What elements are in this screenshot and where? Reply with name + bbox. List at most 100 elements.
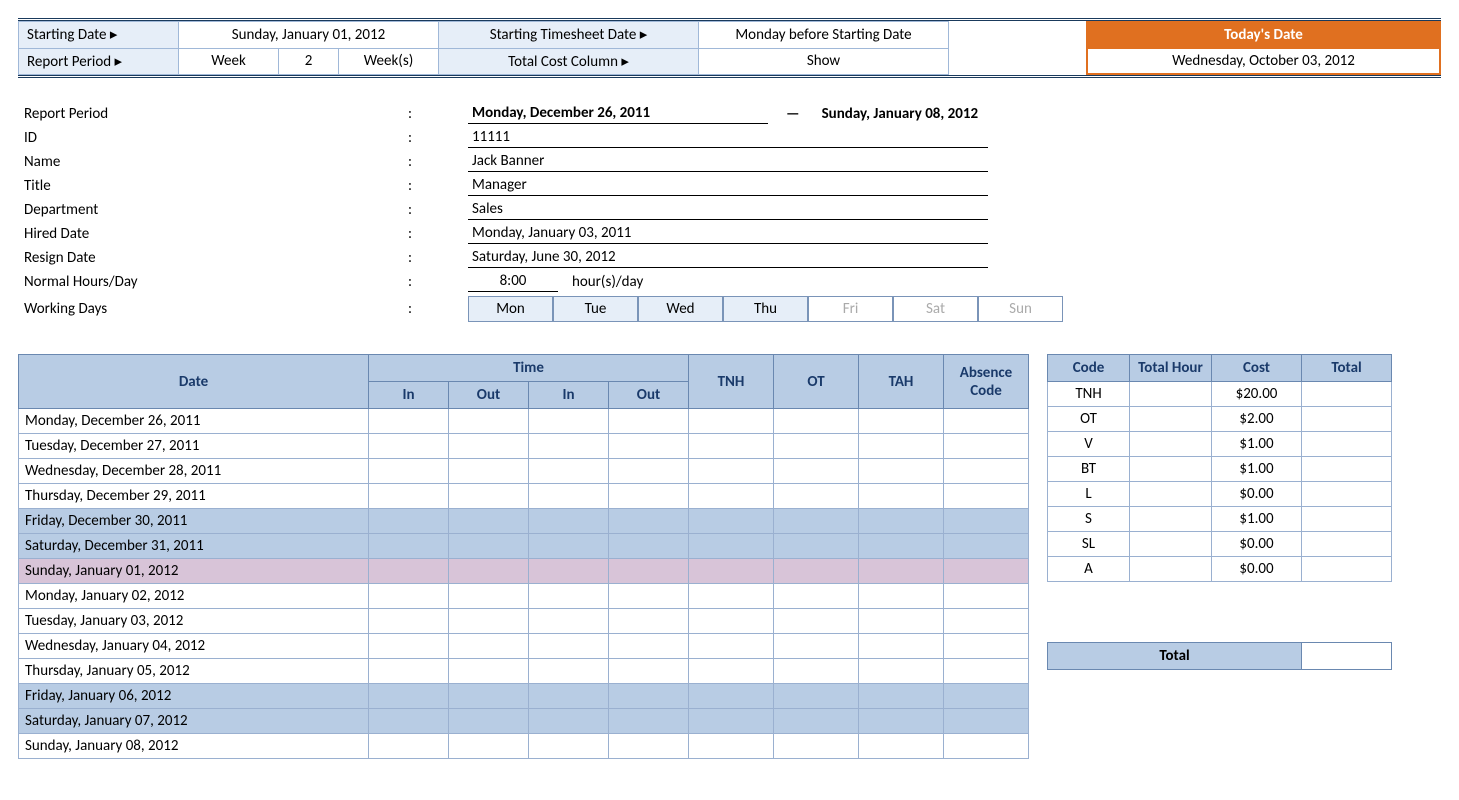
ts-cell[interactable] [689,434,774,459]
ts-cell[interactable] [774,584,859,609]
ts-cell[interactable] [774,734,859,759]
ts-cell[interactable] [944,659,1029,684]
val-department[interactable]: Sales [468,200,988,220]
val-hired[interactable]: Monday, January 03, 2011 [468,224,988,244]
ts-cell[interactable] [944,484,1029,509]
ts-cell[interactable] [609,684,689,709]
ts-cell[interactable] [944,509,1029,534]
ts-cell[interactable] [529,409,609,434]
ts-cell[interactable] [859,434,944,459]
ts-cell[interactable] [944,434,1029,459]
day-btn-thu[interactable]: Thu [723,296,808,322]
ts-cell[interactable] [449,659,529,684]
ts-cell[interactable] [369,409,449,434]
ts-cell[interactable] [609,584,689,609]
ts-cell[interactable] [774,409,859,434]
ts-cell[interactable] [609,509,689,534]
ts-cell[interactable] [529,734,609,759]
ts-cell[interactable] [609,609,689,634]
ts-cell[interactable] [944,409,1029,434]
ts-cell[interactable] [609,659,689,684]
ts-cell[interactable] [774,709,859,734]
ts-cell[interactable] [944,609,1029,634]
ts-cell[interactable] [449,684,529,709]
ts-cell[interactable] [529,609,609,634]
starting-ts-value[interactable]: Monday before Starting Date [699,22,949,49]
ts-cell[interactable] [944,709,1029,734]
ts-cell[interactable] [689,484,774,509]
day-btn-fri[interactable]: Fri [808,296,893,322]
ts-cell[interactable] [859,659,944,684]
ts-cell[interactable] [529,559,609,584]
val-name[interactable]: Jack Banner [468,152,988,172]
ts-cell[interactable] [944,634,1029,659]
ts-cell[interactable] [449,709,529,734]
ts-cell[interactable] [689,609,774,634]
ts-cell[interactable] [859,534,944,559]
ts-cell[interactable] [609,409,689,434]
val-title[interactable]: Manager [468,176,988,196]
ts-cell[interactable] [774,559,859,584]
ts-cell[interactable] [449,509,529,534]
ts-cell[interactable] [859,409,944,434]
ts-cell[interactable] [449,434,529,459]
ts-cell[interactable] [859,609,944,634]
ts-cell[interactable] [369,734,449,759]
ts-cell[interactable] [449,634,529,659]
day-btn-wed[interactable]: Wed [638,296,723,322]
ts-cell[interactable] [859,509,944,534]
ts-cell[interactable] [609,434,689,459]
ts-cell[interactable] [609,634,689,659]
ts-cell[interactable] [774,659,859,684]
ts-cell[interactable] [609,734,689,759]
ts-cell[interactable] [449,734,529,759]
ts-cell[interactable] [689,409,774,434]
ts-cell[interactable] [529,509,609,534]
ts-cell[interactable] [689,509,774,534]
ts-cell[interactable] [369,559,449,584]
ts-cell[interactable] [449,459,529,484]
ts-cell[interactable] [774,434,859,459]
ts-cell[interactable] [529,459,609,484]
ts-cell[interactable] [689,634,774,659]
ts-cell[interactable] [609,709,689,734]
ts-cell[interactable] [859,459,944,484]
ts-cell[interactable] [689,709,774,734]
ts-cell[interactable] [689,659,774,684]
ts-cell[interactable] [609,459,689,484]
ts-cell[interactable] [944,459,1029,484]
ts-cell[interactable] [529,434,609,459]
ts-cell[interactable] [529,484,609,509]
day-btn-sat[interactable]: Sat [893,296,978,322]
ts-cell[interactable] [529,584,609,609]
ts-cell[interactable] [529,534,609,559]
ts-cell[interactable] [369,709,449,734]
ts-cell[interactable] [689,584,774,609]
ts-cell[interactable] [689,559,774,584]
ts-cell[interactable] [529,659,609,684]
ts-cell[interactable] [369,684,449,709]
ts-cell[interactable] [944,534,1029,559]
ts-cell[interactable] [529,684,609,709]
ts-cell[interactable] [449,534,529,559]
ts-cell[interactable] [944,684,1029,709]
ts-cell[interactable] [774,634,859,659]
ts-cell[interactable] [369,659,449,684]
ts-cell[interactable] [369,509,449,534]
ts-cell[interactable] [859,559,944,584]
day-btn-mon[interactable]: Mon [468,296,553,322]
val-resign[interactable]: Saturday, June 30, 2012 [468,248,988,268]
ts-cell[interactable] [449,559,529,584]
ts-cell[interactable] [609,484,689,509]
ts-cell[interactable] [449,484,529,509]
ts-cell[interactable] [689,534,774,559]
ts-cell[interactable] [774,534,859,559]
ts-cell[interactable] [944,734,1029,759]
ts-cell[interactable] [369,434,449,459]
ts-cell[interactable] [774,509,859,534]
ts-cell[interactable] [859,484,944,509]
ts-cell[interactable] [369,459,449,484]
ts-cell[interactable] [859,734,944,759]
ts-cell[interactable] [449,584,529,609]
ts-cell[interactable] [944,584,1029,609]
